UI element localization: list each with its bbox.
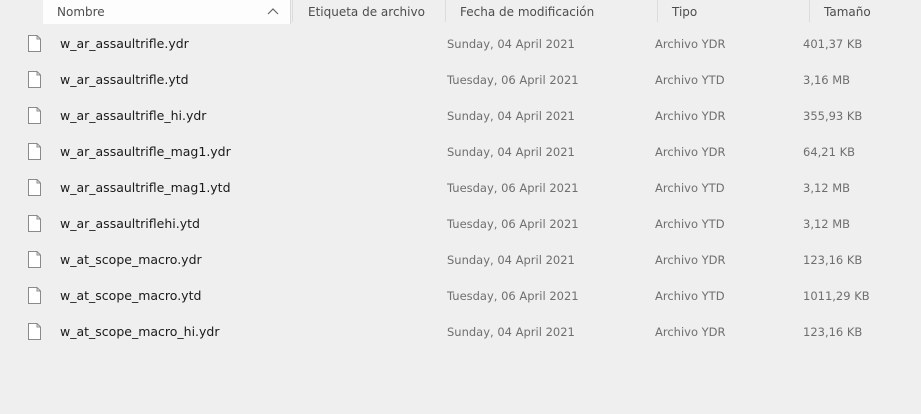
file-icon [28, 287, 41, 304]
file-icon [28, 35, 41, 52]
file-size: 401,37 KB [803, 37, 863, 51]
column-header-name-label: Nombre [57, 5, 105, 19]
file-type: Archivo YDR [655, 37, 726, 51]
file-date: Tuesday, 06 April 2021 [447, 181, 579, 195]
file-icon [28, 179, 41, 196]
file-date: Tuesday, 06 April 2021 [447, 73, 579, 87]
column-header-type[interactable]: Tipo [672, 0, 807, 24]
column-separator[interactable] [445, 0, 446, 22]
file-icon [28, 251, 41, 268]
file-date: Tuesday, 06 April 2021 [447, 217, 579, 231]
file-row[interactable]: w_ar_assaultriflehi.ytd Tuesday, 06 Apri… [0, 206, 921, 242]
file-date: Sunday, 04 April 2021 [447, 109, 575, 123]
file-name: w_ar_assaultrifle_mag1.ydr [60, 144, 231, 159]
column-separator[interactable] [292, 0, 293, 22]
file-size: 64,21 KB [803, 145, 856, 159]
file-date: Sunday, 04 April 2021 [447, 37, 575, 51]
file-icon [28, 107, 41, 124]
file-row[interactable]: w_ar_assaultrifle_mag1.ytd Tuesday, 06 A… [0, 170, 921, 206]
file-type: Archivo YDR [655, 253, 726, 267]
file-date: Sunday, 04 April 2021 [447, 325, 575, 339]
column-header-date-label: Fecha de modificación [460, 5, 595, 19]
file-size: 355,93 KB [803, 109, 863, 123]
column-header-size-label: Tamaño [824, 5, 871, 19]
file-size: 3,12 MB [803, 217, 851, 231]
file-row[interactable]: w_at_scope_macro.ydr Sunday, 04 April 20… [0, 242, 921, 278]
column-header-date[interactable]: Fecha de modificación [460, 0, 655, 24]
file-row[interactable]: w_ar_assaultrifle.ydr Sunday, 04 April 2… [0, 26, 921, 62]
file-name: w_at_scope_macro.ydr [60, 252, 202, 267]
file-row[interactable]: w_ar_assaultrifle_hi.ydr Sunday, 04 Apri… [0, 98, 921, 134]
file-type: Archivo YTD [655, 73, 725, 87]
file-icon [28, 215, 41, 232]
file-size: 1011,29 KB [803, 289, 870, 303]
file-name: w_ar_assaultrifle_mag1.ytd [60, 180, 231, 195]
chevron-up-icon [267, 8, 279, 15]
file-name: w_at_scope_macro.ytd [60, 288, 202, 303]
file-type: Archivo YTD [655, 217, 725, 231]
file-size: 123,16 KB [803, 325, 863, 339]
file-icon [28, 323, 41, 340]
file-type: Archivo YDR [655, 325, 726, 339]
file-size: 123,16 KB [803, 253, 863, 267]
file-name: w_ar_assaultrifle_hi.ydr [60, 108, 207, 123]
file-row[interactable]: w_ar_assaultrifle_mag1.ydr Sunday, 04 Ap… [0, 134, 921, 170]
file-date: Sunday, 04 April 2021 [447, 253, 575, 267]
file-size: 3,16 MB [803, 73, 851, 87]
column-separator[interactable] [809, 0, 810, 22]
column-header-bar: Nombre Etiqueta de archivo Fecha de modi… [0, 0, 921, 24]
file-type: Archivo YTD [655, 289, 725, 303]
file-icon [28, 143, 41, 160]
column-header-tag-label: Etiqueta de archivo [308, 5, 425, 19]
file-icon [28, 71, 41, 88]
file-type: Archivo YDR [655, 145, 726, 159]
file-name: w_ar_assaultrifle.ydr [60, 36, 189, 51]
column-header-size[interactable]: Tamaño [824, 0, 914, 24]
column-header-tag[interactable]: Etiqueta de archivo [308, 0, 443, 24]
column-separator[interactable] [657, 0, 658, 22]
file-type: Archivo YTD [655, 181, 725, 195]
file-row[interactable]: w_at_scope_macro.ytd Tuesday, 06 April 2… [0, 278, 921, 314]
file-list-pane: Nombre Etiqueta de archivo Fecha de modi… [0, 0, 921, 414]
file-date: Tuesday, 06 April 2021 [447, 289, 579, 303]
file-name: w_ar_assaultrifle.ytd [60, 72, 189, 87]
file-date: Sunday, 04 April 2021 [447, 145, 575, 159]
file-size: 3,12 MB [803, 181, 851, 195]
file-row[interactable]: w_at_scope_macro_hi.ydr Sunday, 04 April… [0, 314, 921, 350]
file-name: w_at_scope_macro_hi.ydr [60, 324, 220, 339]
file-type: Archivo YDR [655, 109, 726, 123]
file-row[interactable]: w_ar_assaultrifle.ytd Tuesday, 06 April … [0, 62, 921, 98]
column-header-type-label: Tipo [672, 5, 698, 19]
column-header-name[interactable]: Nombre [43, 0, 291, 24]
file-name: w_ar_assaultriflehi.ytd [60, 216, 200, 231]
